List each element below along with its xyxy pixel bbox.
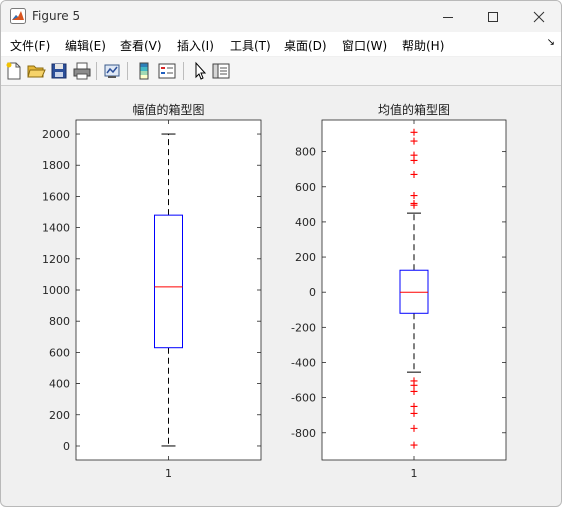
legend-icon[interactable] — [157, 61, 177, 81]
y-tick-label: 600 — [49, 346, 70, 359]
matlab-icon — [10, 8, 26, 24]
close-button[interactable] — [516, 1, 561, 32]
link-plot-icon[interactable] — [102, 61, 122, 81]
new-figure-icon[interactable] — [4, 61, 24, 81]
y-tick-label: 800 — [295, 146, 316, 159]
x-tick-label: 1 — [411, 467, 418, 480]
y-tick-label: 2000 — [42, 128, 70, 141]
menu-edit[interactable]: 编辑(E) — [65, 37, 106, 54]
menu-window[interactable]: 窗口(W) — [342, 37, 387, 54]
y-tick-label: 600 — [295, 181, 316, 194]
toolbar-separator — [127, 62, 128, 80]
toolbar-separator — [96, 62, 97, 80]
y-tick-label: 1800 — [42, 159, 70, 172]
print-icon[interactable] — [72, 61, 92, 81]
menu-view[interactable]: 查看(V) — [120, 37, 162, 54]
maximize-icon — [488, 11, 498, 22]
y-tick-label: 200 — [295, 251, 316, 264]
y-tick-label: 800 — [49, 315, 70, 328]
menu-overflow-icon[interactable]: ↘ — [547, 37, 555, 48]
open-file-icon[interactable] — [26, 61, 46, 81]
window-title: Figure 5 — [32, 9, 81, 23]
maximize-button[interactable] — [470, 1, 516, 32]
menu-bar: 文件(F) 编辑(E) 查看(V) 插入(I) 工具(T) 桌面(D) 窗口(W… — [1, 32, 561, 56]
y-tick-label: 1600 — [42, 190, 70, 203]
y-tick-label: 0 — [63, 440, 70, 453]
title-bar[interactable]: Figure 5 — [1, 1, 561, 32]
y-tick-label: 1000 — [42, 284, 70, 297]
menu-file[interactable]: 文件(F) — [10, 37, 50, 54]
close-icon — [533, 11, 545, 22]
y-tick-label: -600 — [291, 392, 316, 405]
menu-desktop[interactable]: 桌面(D) — [284, 37, 327, 54]
save-icon[interactable] — [49, 61, 69, 81]
figure-canvas[interactable]: 幅值的箱型图0200400600800100012001400160018002… — [1, 86, 561, 506]
y-tick-label: -400 — [291, 356, 316, 369]
figure-window: Figure 5 文件(F) 编辑(E) 查看(V) 插入(I) 工具(T) 桌… — [0, 0, 562, 507]
menu-insert[interactable]: 插入(I) — [177, 37, 214, 54]
y-tick-label: 0 — [309, 286, 316, 299]
toolbar — [1, 57, 561, 86]
colorbar-icon[interactable] — [134, 61, 154, 81]
y-tick-label: 1200 — [42, 253, 70, 266]
property-editor-icon[interactable] — [211, 61, 231, 81]
boxplot-axes-1[interactable]: 幅值的箱型图 0 200 400 600 800 1000 1200 1400 1600 1800 2… — [42, 102, 262, 480]
y-tick-label: 1400 — [42, 222, 70, 235]
menu-help[interactable]: 帮助(H) — [402, 37, 444, 54]
chart-title: 幅值的箱型图 — [132, 102, 204, 117]
chart-title: 均值的箱型图 — [378, 102, 450, 117]
menu-tools[interactable]: 工具(T) — [230, 37, 271, 54]
minimize-icon — [443, 16, 453, 18]
minimize-button[interactable] — [425, 1, 471, 32]
x-tick-label: 1 — [165, 467, 172, 480]
y-tick-label: 400 — [295, 216, 316, 229]
y-tick-label: -800 — [291, 427, 316, 440]
pointer-icon[interactable] — [190, 61, 210, 81]
y-tick-label: -200 — [291, 321, 316, 334]
toolbar-separator — [183, 62, 184, 80]
y-tick-label: 400 — [49, 378, 70, 391]
y-tick-label: 200 — [49, 409, 70, 422]
boxplot-axes-2[interactable]: 均值的箱型图 -800 -600 -400 -200 0 200 400 600 800 1 — [291, 102, 507, 480]
